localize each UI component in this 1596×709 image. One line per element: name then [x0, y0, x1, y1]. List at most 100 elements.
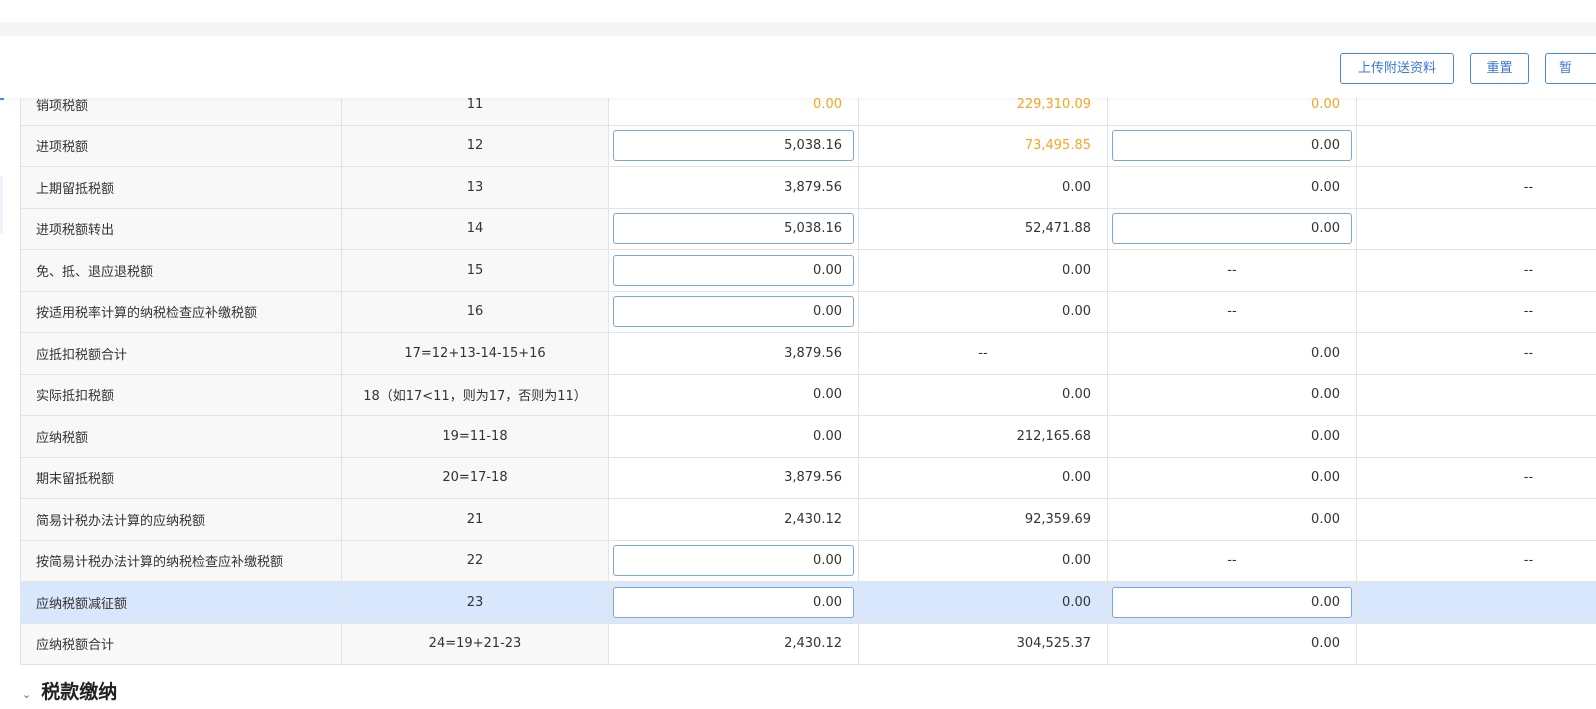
- row-label: 进项税额转出: [20, 207, 342, 250]
- value-cell: 0: [1356, 581, 1596, 624]
- value-cell: --: [1356, 456, 1596, 499]
- value-cell: 92,359.69: [858, 498, 1108, 541]
- amount-input[interactable]: [1112, 213, 1352, 245]
- value-cell: 0.00: [1107, 373, 1357, 416]
- amount-input[interactable]: [613, 545, 854, 577]
- value-cell: 3,879.56: [608, 332, 859, 375]
- amount-input[interactable]: [613, 213, 854, 245]
- value-cell: 0: [1356, 207, 1596, 250]
- amount-input[interactable]: [1112, 130, 1352, 162]
- section-title: 税款缴纳: [41, 681, 118, 703]
- amount-input[interactable]: [613, 586, 854, 618]
- value-cell: 0.00: [858, 456, 1108, 499]
- row-number: 19=11-18: [341, 415, 609, 458]
- table-row: 简易计税办法计算的应纳税额 21 2,430.12 92,359.69 0.00…: [20, 498, 1596, 541]
- value-cell: 0.00: [858, 166, 1108, 209]
- value-cell: --: [1107, 290, 1357, 333]
- value-cell: 212,165.68: [858, 415, 1108, 458]
- row-number: 15: [341, 249, 609, 292]
- left-rail-marker: [0, 176, 3, 234]
- top-strip: [0, 0, 1596, 22]
- input-cell: [608, 249, 859, 292]
- table-row: 应抵扣税额合计 17=12+13-14-15+16 3,879.56 -- 0.…: [20, 332, 1596, 375]
- value-cell: --: [858, 332, 1108, 375]
- input-cell: [1107, 124, 1357, 167]
- table-row: 应纳税额合计 24=19+21-23 2,430.12 304,525.37 0…: [20, 622, 1596, 665]
- input-cell: [1107, 581, 1357, 624]
- row-label: 应抵扣税额合计: [20, 332, 342, 375]
- value-cell: 0.00: [1107, 622, 1357, 665]
- reset-button[interactable]: 重置: [1470, 53, 1529, 84]
- table-row: 进项税额转出 14 52,471.88 0: [20, 207, 1596, 250]
- row-label: 应纳税额: [20, 415, 342, 458]
- value-cell: 0.00: [858, 581, 1108, 624]
- tax-payment-section-header[interactable]: ⌄ 税款缴纳: [22, 680, 117, 709]
- row-number: 14: [341, 207, 609, 250]
- row-number: 24=19+21-23: [341, 622, 609, 665]
- value-cell: 0.00: [608, 373, 859, 416]
- row-number: 12: [341, 124, 609, 167]
- value-cell: 2,430.12: [608, 622, 859, 665]
- value-cell: --: [1356, 249, 1596, 292]
- input-cell: [1107, 207, 1357, 250]
- action-toolbar: 上传附送资料 重置 暂: [0, 36, 1596, 98]
- value-cell: 3,879.56: [608, 166, 859, 209]
- row-number: 21: [341, 498, 609, 541]
- row-number: 18（如17<11，则为17，否则为11）: [341, 373, 609, 416]
- value-cell: 0.00: [1107, 332, 1357, 375]
- value-cell: --: [1107, 249, 1357, 292]
- input-cell: [608, 207, 859, 250]
- value-cell: 3,879.56: [608, 456, 859, 499]
- table-row: 免、抵、退应退税额 15 0.00 -- --: [20, 249, 1596, 292]
- value-cell: 0.00: [1107, 166, 1357, 209]
- row-label: 应纳税额减征额: [20, 581, 342, 624]
- chevron-down-icon: ⌄: [22, 688, 32, 701]
- amount-input[interactable]: [1112, 586, 1352, 618]
- row-label: 实际抵扣税额: [20, 373, 342, 416]
- row-number: 17=12+13-14-15+16: [341, 332, 609, 375]
- value-cell: 0: [1356, 415, 1596, 458]
- value-cell: --: [1356, 332, 1596, 375]
- table-row-selected[interactable]: 应纳税额减征额 23 0.00 0: [20, 581, 1596, 624]
- row-label: 简易计税办法计算的应纳税额: [20, 498, 342, 541]
- table-row: 进项税额 12 73,495.85 0: [20, 124, 1596, 167]
- value-cell: 0.00: [608, 415, 859, 458]
- save-draft-button[interactable]: 暂: [1545, 53, 1596, 84]
- row-number: 20=17-18: [341, 456, 609, 499]
- input-cell: [608, 124, 859, 167]
- amount-input[interactable]: [613, 130, 854, 162]
- row-label: 期末留抵税额: [20, 456, 342, 499]
- row-number: 13: [341, 166, 609, 209]
- amount-input[interactable]: [613, 254, 854, 286]
- row-label: 上期留抵税额: [20, 166, 342, 209]
- row-label: 按适用税率计算的纳税检查应补缴税额: [20, 290, 342, 333]
- row-label: 应纳税额合计: [20, 622, 342, 665]
- value-cell: 0.00: [1107, 415, 1357, 458]
- upload-attachments-button[interactable]: 上传附送资料: [1340, 53, 1454, 84]
- value-cell: 304,525.37: [858, 622, 1108, 665]
- value-cell: 0.00: [858, 290, 1108, 333]
- value-cell: 0.00: [858, 249, 1108, 292]
- value-cell: 0: [1356, 373, 1596, 416]
- table-row: 上期留抵税额 13 3,879.56 0.00 0.00 --: [20, 166, 1596, 209]
- input-cell: [608, 539, 859, 582]
- tax-return-table: 销项税额 11 0.00 229,310.09 0.00 0 进项税额 12 7…: [20, 83, 1596, 665]
- row-label: 免、抵、退应退税额: [20, 249, 342, 292]
- table-row: 期末留抵税额 20=17-18 3,879.56 0.00 0.00 --: [20, 456, 1596, 499]
- value-cell: 0.00: [1107, 498, 1357, 541]
- table-row: 按简易计税办法计算的纳税检查应补缴税额 22 0.00 -- --: [20, 539, 1596, 582]
- input-cell: [608, 581, 859, 624]
- value-cell: --: [1356, 290, 1596, 333]
- value-cell: 73,495.85: [858, 124, 1108, 167]
- input-cell: [608, 290, 859, 333]
- value-cell: --: [1356, 539, 1596, 582]
- value-cell: 0: [1356, 622, 1596, 665]
- value-cell: --: [1107, 539, 1357, 582]
- page-gap: [0, 22, 1596, 36]
- value-cell: 0.00: [858, 539, 1108, 582]
- value-cell: 0.00: [1107, 456, 1357, 499]
- row-number: 22: [341, 539, 609, 582]
- amount-input[interactable]: [613, 296, 854, 328]
- value-cell: 2,430.12: [608, 498, 859, 541]
- value-cell: 52,471.88: [858, 207, 1108, 250]
